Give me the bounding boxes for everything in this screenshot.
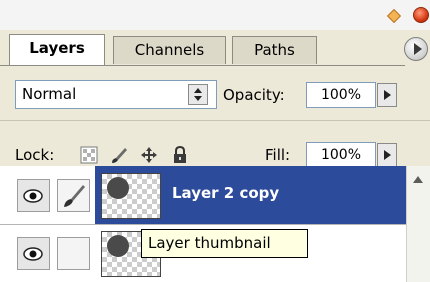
close-palette-button[interactable] [413, 7, 429, 23]
layer-name[interactable]: Layer 2 copy [172, 183, 279, 203]
fill-field[interactable]: 100% [306, 142, 376, 168]
layer-link-toggle[interactable] [57, 179, 90, 212]
eye-icon [23, 247, 43, 261]
tooltip: Layer thumbnail [141, 229, 308, 258]
tab-channels[interactable]: Channels [113, 36, 226, 64]
thumbnail-shape [107, 177, 129, 199]
tab-layers[interactable]: Layers [9, 34, 105, 65]
blend-mode-stepper-icon[interactable] [188, 84, 208, 105]
eye-icon [23, 189, 43, 203]
layer-link-toggle[interactable] [57, 237, 90, 270]
layer-row-separator [0, 224, 406, 225]
layer-thumbnail[interactable] [101, 173, 161, 219]
blend-mode-select[interactable]: Normal [15, 80, 217, 109]
lock-all-padlock-icon[interactable] [171, 145, 189, 164]
layer-visibility-toggle[interactable] [17, 179, 50, 212]
palette-title-bar [0, 0, 430, 30]
brush-icon [64, 185, 85, 207]
scroll-up-arrow-icon[interactable] [410, 172, 426, 188]
lock-transparent-pixels-icon[interactable] [80, 146, 98, 164]
layer-visibility-toggle[interactable] [17, 237, 50, 270]
fill-label: Fill: [265, 146, 291, 164]
tab-paths[interactable]: Paths [232, 36, 317, 64]
palette-menu-button[interactable] [404, 37, 428, 61]
thumbnail-shape [107, 235, 129, 257]
lock-label: Lock: [15, 146, 55, 164]
opacity-label: Opacity: [223, 86, 285, 104]
opacity-field[interactable]: 100% [306, 82, 376, 108]
options-divider [0, 120, 430, 121]
fill-slider-button[interactable] [377, 143, 397, 167]
lock-image-pixels-brush-icon[interactable] [110, 146, 128, 164]
tab-underline [0, 65, 405, 66]
lock-position-move-icon[interactable] [140, 146, 158, 164]
opacity-slider-button[interactable] [377, 83, 397, 107]
